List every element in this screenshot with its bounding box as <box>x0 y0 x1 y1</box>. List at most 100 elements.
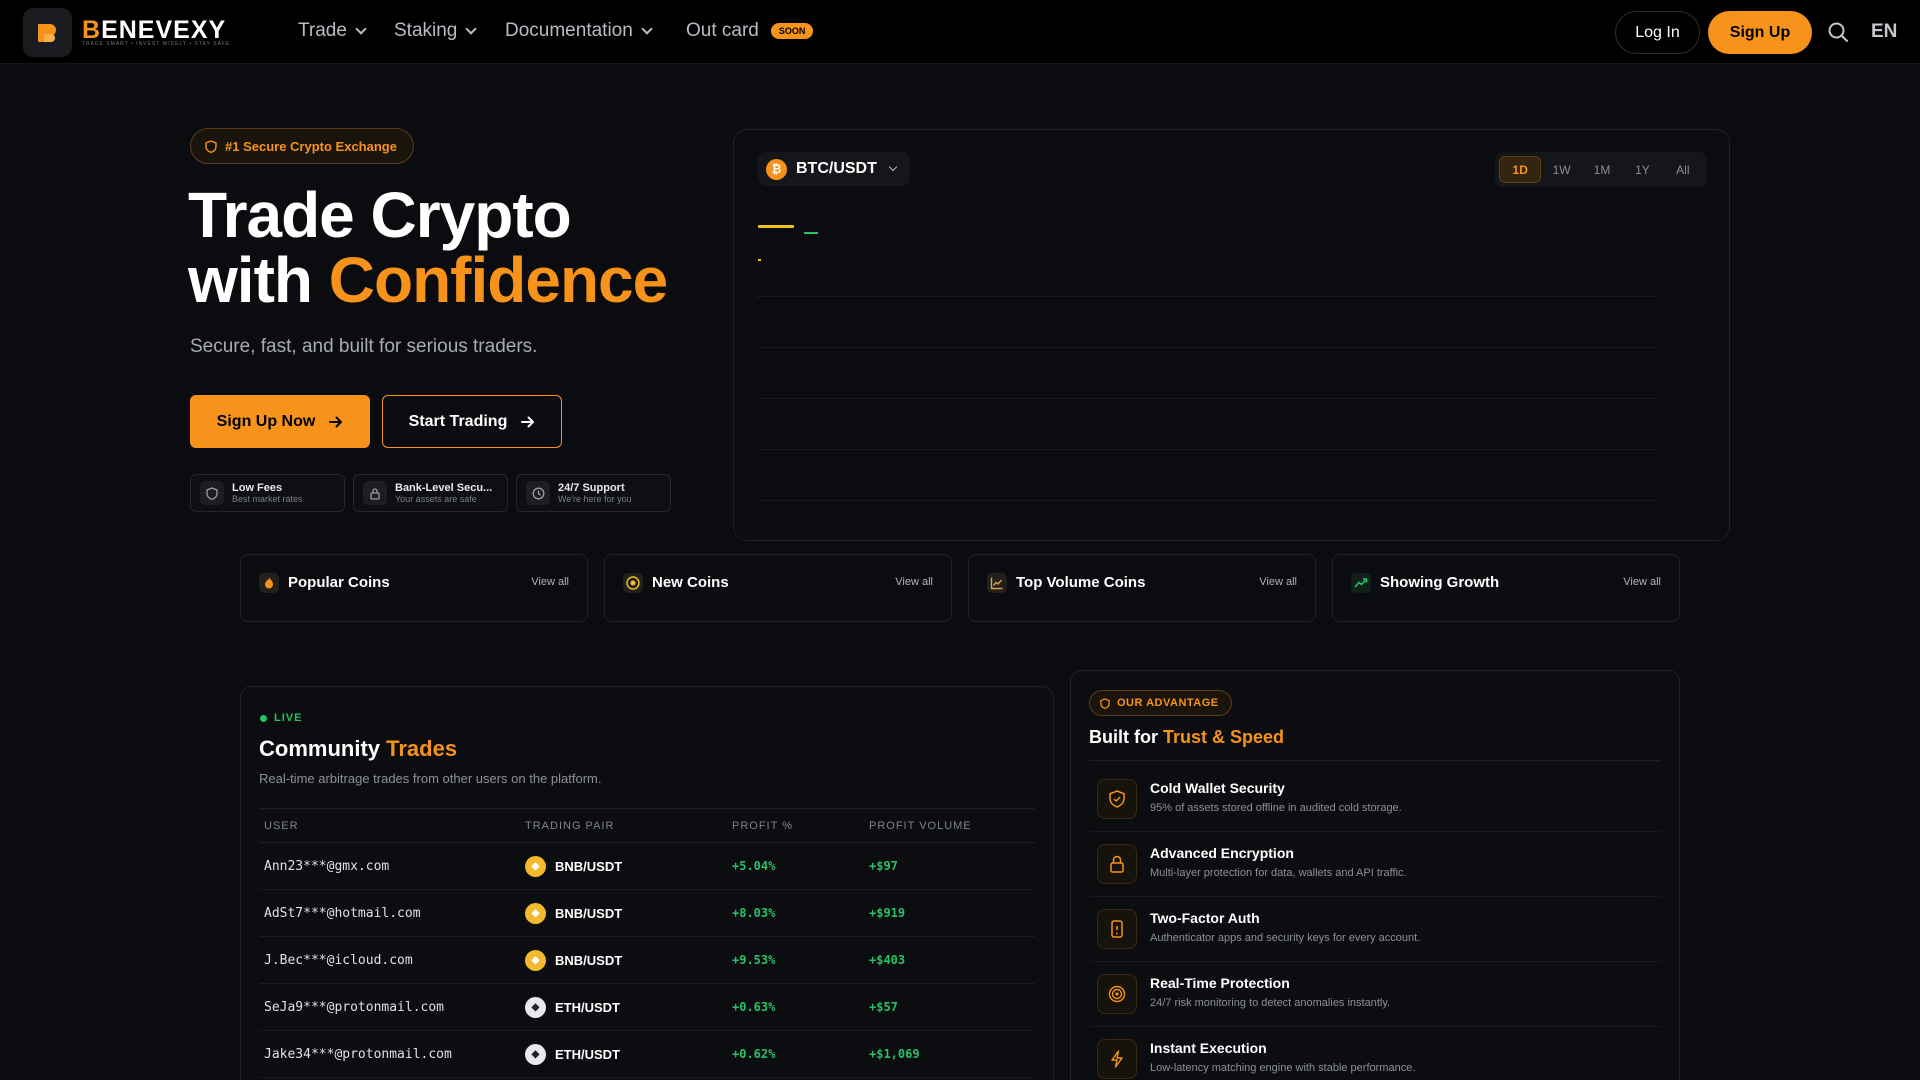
advantage-item-execution: Instant Execution Low-latency matching e… <box>1089 1027 1661 1080</box>
column-header-pair: TRADING PAIR <box>525 819 615 832</box>
timeframe-1d[interactable]: 1D <box>1499 156 1542 183</box>
shield-icon <box>1097 779 1137 819</box>
nav-documentation[interactable]: Documentation <box>505 20 653 42</box>
trade-profit-pct: +9.53% <box>732 953 776 967</box>
feature-title: Low Fees <box>232 482 283 494</box>
advantage-item-2fa: Two-Factor Auth Authenticator apps and s… <box>1089 897 1661 962</box>
live-dot-icon <box>260 714 267 722</box>
feature-support: 24/7 Support We're here for you <box>516 474 671 512</box>
nav-staking-label: Staking <box>394 20 458 41</box>
sign-up-now-button[interactable]: Sign Up Now <box>190 395 370 448</box>
target-icon <box>1097 974 1137 1014</box>
lock-icon <box>363 481 387 505</box>
advantage-title: Built for Trust & Speed <box>1089 727 1284 748</box>
feature-subtitle: Your assets are safe <box>395 494 477 504</box>
sign-up-now-label: Sign Up Now <box>216 412 316 430</box>
chart-grid-line <box>756 500 1658 501</box>
community-trades-title: Community Trades <box>259 736 457 762</box>
trade-profit-volume: +$919 <box>869 906 906 920</box>
advantage-item-desc: Low-latency matching engine with stable … <box>1150 1062 1416 1074</box>
timeframe-all[interactable]: All <box>1663 156 1703 183</box>
new-icon <box>623 573 643 593</box>
arrow-right-icon <box>329 416 343 427</box>
category-top-volume-coins[interactable]: Top Volume Coins View all <box>968 554 1316 622</box>
view-all-link[interactable]: View all <box>1259 576 1297 588</box>
search-icon[interactable] <box>1827 21 1849 43</box>
bnb-coin-icon: ◆ <box>525 949 546 971</box>
timeframe-1m[interactable]: 1M <box>1582 156 1622 183</box>
trade-profit-pct: +8.03% <box>732 906 776 920</box>
view-all-link[interactable]: View all <box>1623 576 1661 588</box>
category-title: Showing Growth <box>1380 574 1500 591</box>
advantage-item-desc: Multi-layer protection for data, wallets… <box>1150 867 1407 879</box>
hero-badge-label: #1 Secure Crypto Exchange <box>225 138 397 154</box>
language-selector[interactable]: EN <box>1871 21 1897 43</box>
column-header-user: USER <box>264 819 299 832</box>
category-title: Popular Coins <box>288 574 390 591</box>
hero-title-accent: Confidence <box>328 244 668 316</box>
category-popular-coins[interactable]: Popular Coins View all <box>240 554 588 622</box>
view-all-link[interactable]: View all <box>531 576 569 588</box>
title-plain: Community <box>259 736 387 761</box>
shield-icon <box>1100 697 1110 709</box>
lock-icon <box>1097 844 1137 884</box>
start-trading-button[interactable]: Start Trading <box>382 395 562 448</box>
nav-staking[interactable]: Staking <box>394 20 478 42</box>
clock-icon <box>526 481 550 505</box>
signup-button[interactable]: Sign Up <box>1708 11 1812 54</box>
chevron-down-icon <box>888 162 898 171</box>
chart-grid-line <box>756 296 1658 297</box>
advantage-item-desc: 95% of assets stored offline in audited … <box>1150 802 1402 814</box>
timeframe-1w[interactable]: 1W <box>1541 156 1581 183</box>
phone-icon <box>1097 909 1137 949</box>
advantage-item-title: Two-Factor Auth <box>1150 910 1260 926</box>
trade-profit-volume: +$403 <box>869 953 906 967</box>
brand-initial: B <box>82 16 102 44</box>
chart-line-icon <box>987 573 1007 593</box>
nav-out-card[interactable]: Out card SOON <box>686 20 814 42</box>
category-new-coins[interactable]: New Coins View all <box>604 554 952 622</box>
advantage-badge-label: OUR ADVANTAGE <box>1117 697 1219 709</box>
table-header: USER TRADING PAIR PROFIT % PROFIT VOLUME <box>259 808 1035 843</box>
trade-pair: BNB/USDT <box>555 905 623 921</box>
table-row: J.Bec***@icloud.com ◆ BNB/USDT +9.53% +$4… <box>259 937 1035 984</box>
start-trading-label: Start Trading <box>408 412 508 430</box>
pair-selector[interactable]: ₿ BTC/USDT <box>758 152 910 186</box>
community-trades-panel: LIVE Community Trades Real-time arbitrag… <box>240 686 1054 1080</box>
fire-icon <box>259 573 279 593</box>
brand-rest: ENEVEXY <box>101 16 227 44</box>
feature-low-fees: Low Fees Best market rates <box>190 474 345 512</box>
advantage-item-title: Instant Execution <box>1150 1040 1267 1056</box>
hero-title-line2: with <box>188 244 329 316</box>
bitcoin-icon: ₿ <box>766 158 787 180</box>
category-title: Top Volume Coins <box>1016 574 1146 591</box>
trade-user: AdSt7***@hotmail.com <box>264 905 421 921</box>
timeframe-1y[interactable]: 1Y <box>1622 156 1662 183</box>
nav-trade[interactable]: Trade <box>298 20 367 42</box>
trade-user: SeJa9***@protonmail.com <box>264 999 445 1015</box>
advantage-item-title: Real-Time Protection <box>1150 975 1290 991</box>
hero-badge: #1 Secure Crypto Exchange <box>190 128 414 164</box>
bnb-coin-icon: ◆ <box>525 902 546 924</box>
table-row: AdSt7***@hotmail.com ◆ BNB/USDT +8.03% +$… <box>259 890 1035 937</box>
trade-profit-pct: +0.62% <box>732 1047 776 1061</box>
table-row: Jake34***@protonmail.com ◆ ETH/USDT +0.62… <box>259 1031 1035 1078</box>
price-chart-panel: ₿ BTC/USDT 1D 1W 1M 1Y All <box>733 129 1730 541</box>
login-button[interactable]: Log In <box>1615 11 1700 54</box>
chart-grid-line <box>756 449 1658 450</box>
trade-pair: BNB/USDT <box>555 858 623 874</box>
category-showing-growth[interactable]: Showing Growth View all <box>1332 554 1680 622</box>
trade-profit-pct: +5.04% <box>732 859 776 873</box>
soon-badge: SOON <box>770 23 814 39</box>
community-trades-subtitle: Real-time arbitrage trades from other us… <box>259 771 602 786</box>
bnb-coin-icon: ◆ <box>525 855 546 877</box>
chevron-down-icon <box>465 22 478 35</box>
view-all-link[interactable]: View all <box>895 576 933 588</box>
chart-grid-line <box>756 347 1658 348</box>
hero-title: Trade Crypto with Confidence <box>188 183 668 316</box>
title-accent: Trades <box>386 736 458 761</box>
logo[interactable] <box>23 8 72 57</box>
trade-user: Jake34***@protonmail.com <box>264 1046 452 1062</box>
live-indicator: LIVE <box>260 712 302 724</box>
chart-grid-line <box>756 398 1658 399</box>
